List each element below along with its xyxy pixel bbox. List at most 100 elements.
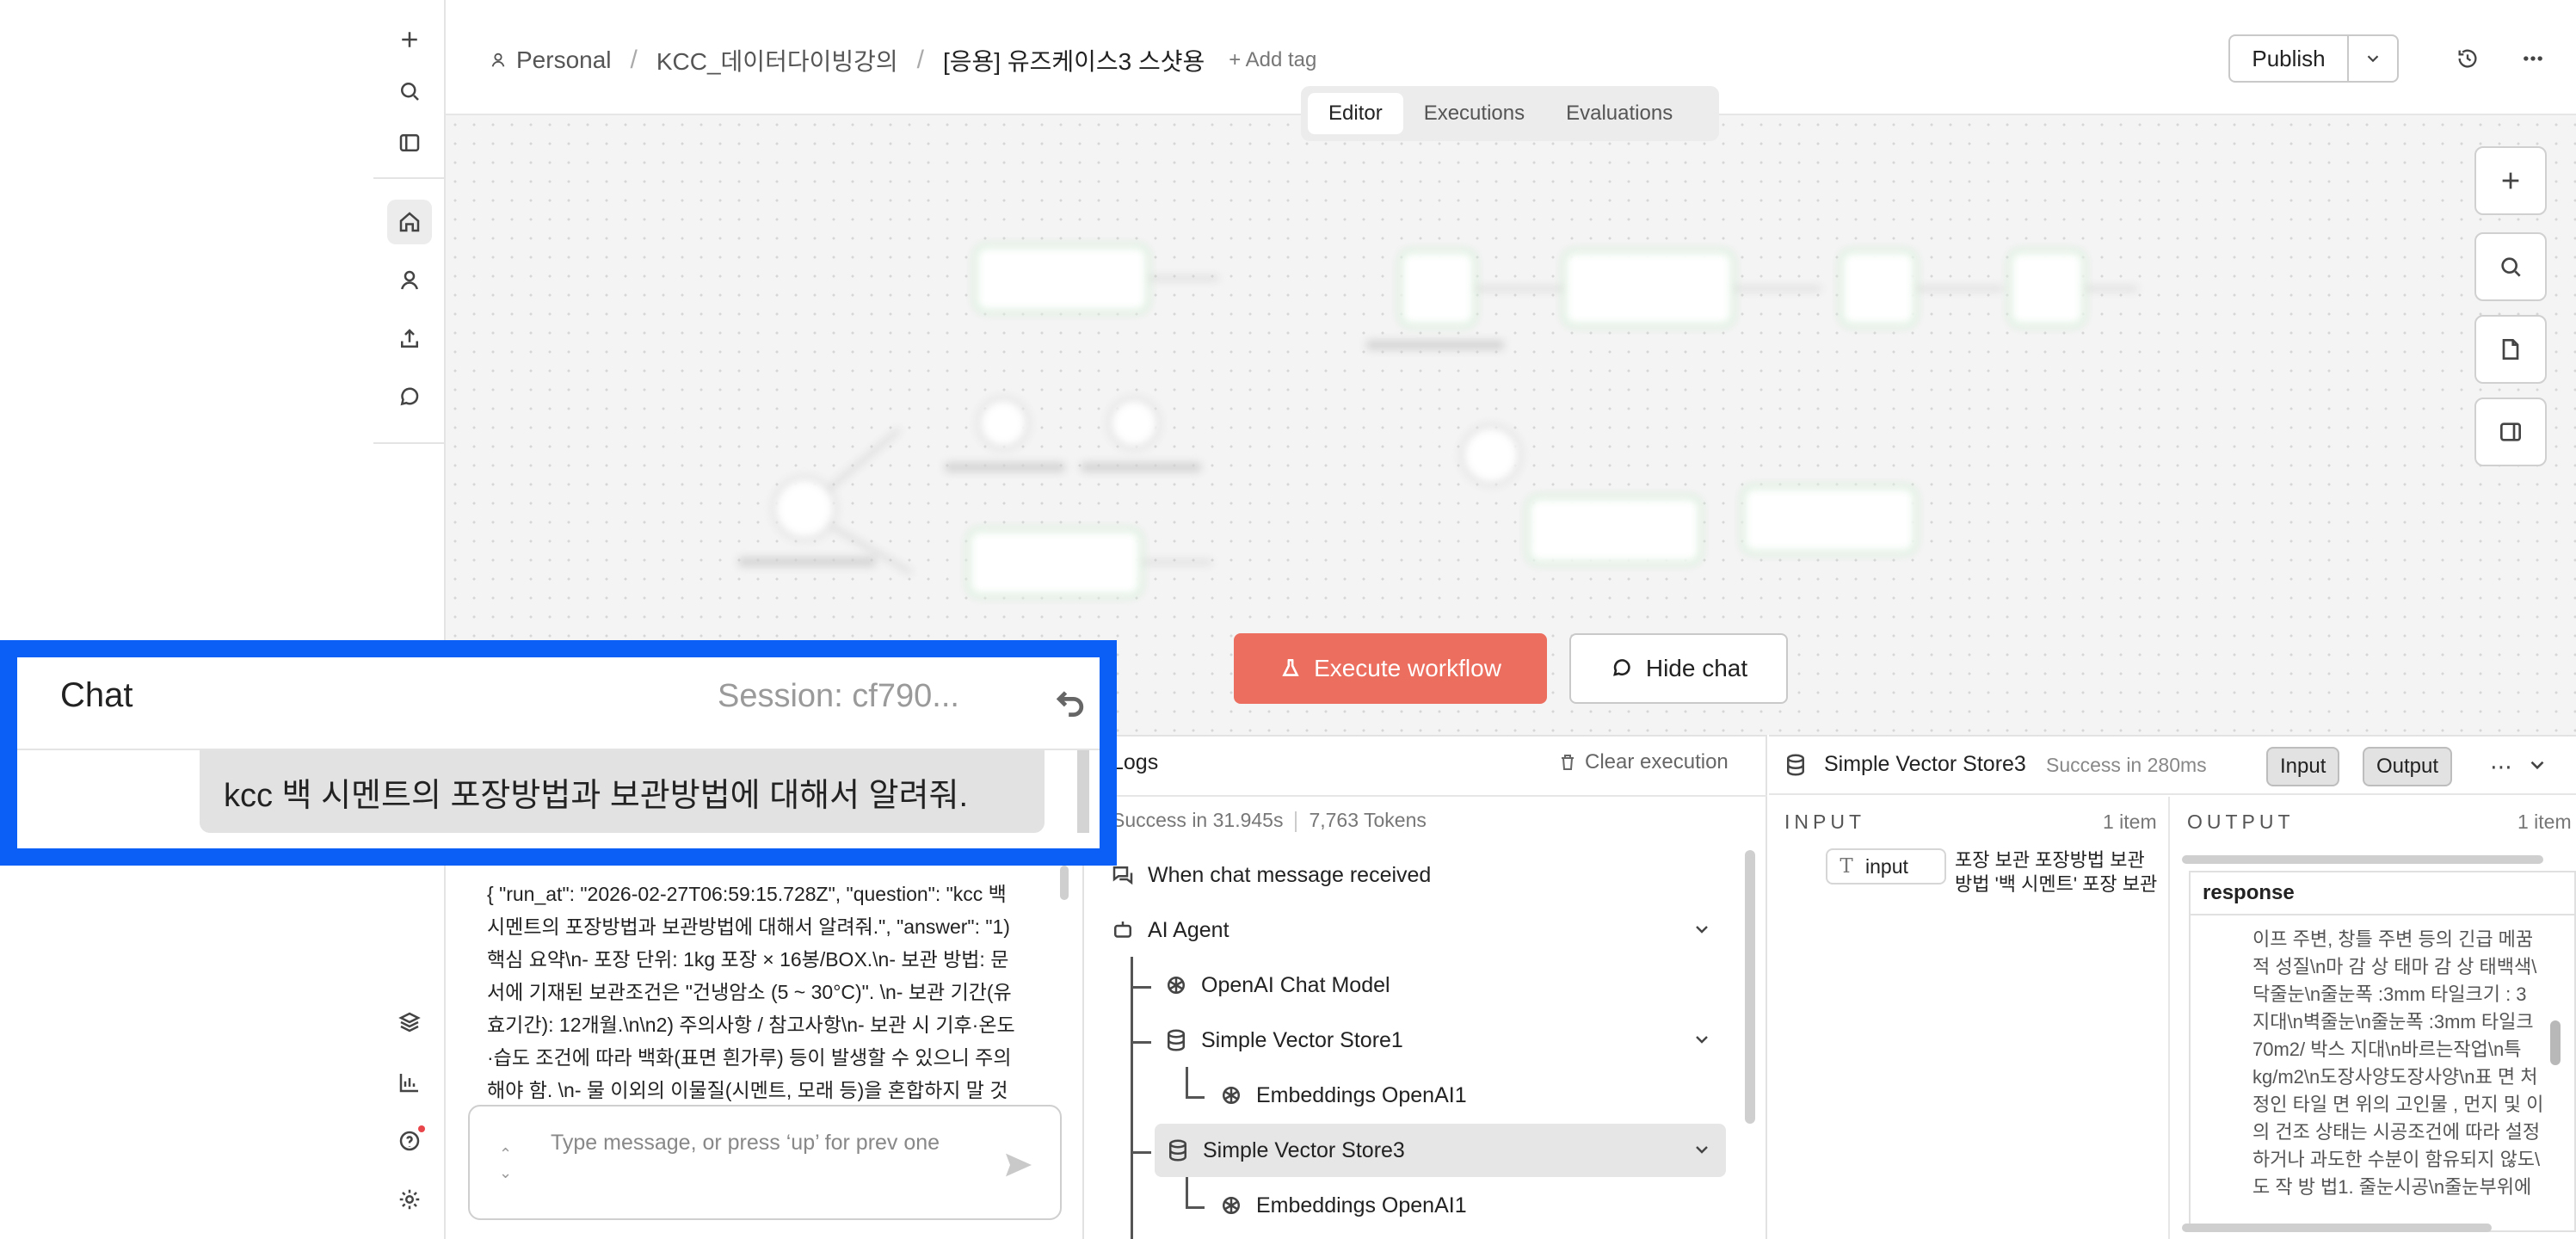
logs-title: Logs [1112,750,1159,774]
webhook-node [1399,250,1476,327]
breadcrumb-separator: / [916,46,924,74]
chevron-down-icon[interactable] [1692,919,1712,940]
text-type-icon: T [1840,855,1853,878]
detail-node-name: Simple Vector Store3 [1824,752,2026,776]
robot-icon [1114,922,1131,938]
notification-dot [418,1125,425,1132]
column-divider [2168,797,2170,1239]
history-icon[interactable] [2449,40,2487,77]
publish-button[interactable]: Publish [2230,36,2349,81]
set-node [1840,250,1917,327]
insights-icon[interactable] [387,1060,432,1105]
more-options-icon[interactable] [2514,40,2552,77]
add-node-icon[interactable] [2474,146,2547,215]
output-toggle-button[interactable]: Output [2363,747,2453,786]
chat-input-placeholder[interactable]: Type message, or press ‘up’ for prev one [551,1125,964,1160]
tab-executions[interactable]: Executions [1403,93,1545,134]
blank-area [0,0,373,1239]
chat-trigger-icon [1112,866,1133,885]
chevron-down-icon [2367,55,2379,63]
logs-panel: Logs Clear execution Success in 31.945s 7… [1086,735,1767,1239]
reset-session-icon[interactable] [1051,683,1089,721]
breadcrumb-project[interactable]: Personal [516,46,612,74]
hide-chat-button[interactable]: Hide chat [1569,633,1788,704]
sidebar-divider [373,177,446,179]
share-icon[interactable] [387,317,432,361]
edge [1143,561,1211,564]
log-item-embeddings-openai1[interactable]: Embeddings OpenAI1 [1218,1069,1467,1122]
tree-connector [1131,957,1133,1239]
settings-icon[interactable] [387,1177,432,1222]
chat-overlay-scrollbar[interactable] [1077,750,1089,833]
search-icon[interactable] [387,69,432,114]
database-icon [1787,754,1804,776]
output-scrollbar-bottom[interactable] [2182,1224,2492,1232]
publish-group: Publish [2228,34,2399,83]
input-toggle-button[interactable]: Input [2266,747,2340,786]
log-item-ai-agent[interactable]: AI Agent [1110,903,1729,957]
user-message-bubble: kcc 백 시멘트의 포장방법과 보관방법에 대해서 알려줘. [200,750,1045,833]
tree-connector [1186,1206,1205,1209]
toggle-panel-icon[interactable] [2474,398,2547,466]
breadcrumb-separator: / [630,46,638,74]
tree-connector [1186,1177,1188,1208]
input-field-tag[interactable]: Tinput [1826,848,1946,885]
publish-dropdown-button[interactable] [2349,36,2397,81]
send-icon[interactable] [998,1148,1039,1182]
templates-icon[interactable] [387,1000,432,1045]
clear-execution-button[interactable]: Clear execution [1557,750,1729,774]
vector-store-node-2 [1741,485,1917,554]
logs-divider [1086,795,1767,797]
log-item-embeddings-openai1-b[interactable]: Embeddings OpenAI1 [1218,1179,1467,1232]
add-icon[interactable] [387,17,432,62]
log-item-chat-trigger[interactable]: When chat message received [1110,848,1431,902]
chat-trigger-node [773,477,836,540]
history-arrows[interactable]: ⌃ ⌄ [499,1144,512,1182]
chat-scrollbar[interactable] [1060,866,1069,900]
chevron-down-icon[interactable] [2526,754,2548,776]
tab-evaluations[interactable]: Evaluations [1545,93,1693,134]
detail-header: Simple Vector Store3 Success in 280ms In… [1769,737,2576,795]
logs-summary: Success in 31.945s 7,763 Tokens [1112,809,1427,832]
log-item-simple-vector-store1[interactable]: Simple Vector Store1 [1163,1014,1729,1067]
chevron-down-icon[interactable] [1692,1139,1712,1160]
chat-overlay-highlight: Chat Session: cf790... kcc 백 시멘트의 포장방법과 … [0,640,1117,866]
flask-icon [1282,658,1299,676]
node-label [738,558,876,566]
tab-editor[interactable]: Editor [1308,93,1403,134]
logs-scrollbar[interactable] [1745,850,1755,1124]
input-section-label: INPUT [1784,811,1865,833]
chevron-down-icon[interactable] [1692,1029,1712,1050]
output-scrollbar-vertical[interactable] [2550,1020,2561,1065]
run-status: Success in 31.945s [1112,809,1284,831]
help-icon[interactable] [387,1119,432,1163]
toggle-sidebar-icon[interactable] [387,120,432,165]
chat-input-box[interactable]: ⌃ ⌄ Type message, or press ‘up’ for prev … [468,1105,1062,1220]
log-item-openai-chat-model[interactable]: OpenAI Chat Model [1163,959,1390,1012]
workflow-name[interactable]: [응용] 유즈케이스3 스샷용 [943,43,1205,77]
breadcrumb-folder[interactable]: KCC_데이터다이빙강의 [656,43,898,77]
user-icon[interactable] [387,258,432,303]
token-count: 7,763 Tokens [1309,809,1427,831]
add-tag-button[interactable]: + Add tag [1229,48,1316,72]
hide-chat-label: Hide chat [1645,655,1748,681]
response-cell: 이프 주변, 창틀 주변 등의 긴급 메꿈 적 성질\n마 감 상 태마 감 상… [2252,928,2544,1198]
execute-workflow-button[interactable]: Execute workflow [1234,633,1547,704]
left-sidebar [373,0,446,1239]
sticky-note-icon[interactable] [2474,315,2547,384]
log-item-simple-vector-store3[interactable]: Simple Vector Store3 [1155,1124,1726,1177]
search-node-icon[interactable] [2474,232,2547,301]
more-options-icon[interactable]: ⋯ [2490,754,2512,780]
vector-store-node-1 [1526,496,1702,564]
agent-node-bottom [967,528,1143,597]
execute-label: Execute workflow [1314,655,1501,681]
sidebar-divider [373,442,446,444]
output-item-count: 1 item [2517,811,2572,833]
home-icon[interactable] [387,200,432,244]
chat-icon[interactable] [387,375,432,420]
response-column-header: response [2191,872,2574,915]
output-scrollbar-top[interactable] [2182,855,2543,864]
view-tabs: Editor Executions Evaluations [1301,86,1719,141]
breadcrumb: Personal / KCC_데이터다이빙강의 / [응용] 유즈케이스3 스샷… [489,43,1316,77]
database-icon [1169,1139,1186,1162]
